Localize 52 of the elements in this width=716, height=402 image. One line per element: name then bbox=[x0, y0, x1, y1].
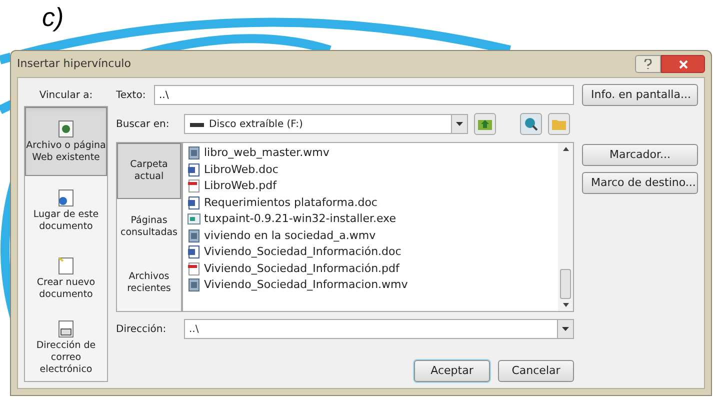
dialog-button[interactable]: Cancelar bbox=[498, 360, 574, 382]
file-row[interactable]: tuxpaint-0.9.21-win32-installer.exe bbox=[187, 211, 558, 228]
file-row[interactable]: Viviendo_Sociedad_Informacion.wmv bbox=[187, 277, 558, 294]
places-item[interactable]: Carpeta actual bbox=[117, 143, 181, 199]
file-row[interactable]: Viviendo_Sociedad_Información.pdf bbox=[187, 260, 558, 277]
file-icon bbox=[187, 262, 201, 276]
browse-web-button[interactable] bbox=[520, 113, 542, 135]
file-row[interactable]: Viviendo_Sociedad_Información.doc bbox=[187, 244, 558, 260]
file-row[interactable]: libro_web_master.wmv bbox=[187, 145, 558, 162]
label: c) bbox=[42, 2, 64, 32]
text-field[interactable]: ..\ bbox=[154, 85, 574, 105]
screen-tip-button[interactable]: Info. en pantalla... bbox=[582, 84, 698, 106]
look-in-dropdown[interactable]: Disco extraíble (F:) bbox=[184, 114, 468, 134]
file-icon bbox=[187, 196, 201, 210]
file-icon bbox=[187, 212, 201, 226]
file-icon bbox=[187, 278, 201, 292]
link-type-item[interactable]: Lugar de este documento bbox=[25, 176, 107, 244]
drive-icon bbox=[189, 120, 205, 128]
folder-up-icon bbox=[478, 118, 492, 130]
address-field[interactable]: ..\ bbox=[184, 319, 574, 339]
places-item[interactable]: Páginas consultadas bbox=[117, 199, 181, 255]
folder-icon bbox=[552, 118, 566, 130]
scrollbar[interactable] bbox=[558, 143, 573, 311]
link-to-heading: Vincular a: bbox=[38, 88, 94, 102]
places-item[interactable]: Archivos recientes bbox=[117, 255, 181, 311]
window-title: Insertar hipervínculo bbox=[17, 56, 132, 72]
help-icon bbox=[644, 59, 652, 69]
file-icon bbox=[187, 228, 201, 243]
file-icon bbox=[187, 162, 201, 177]
look-in-label: Buscar en: bbox=[116, 118, 170, 132]
dialog-button[interactable]: Aceptar bbox=[414, 360, 490, 382]
address-label: Dirección: bbox=[116, 322, 168, 336]
help-button[interactable] bbox=[635, 55, 661, 73]
close-icon bbox=[678, 60, 688, 68]
link-type-item[interactable]: Dirección de correo electrónico bbox=[25, 312, 107, 381]
file-row[interactable]: LibroWeb.pdf bbox=[187, 178, 558, 194]
text-label: Texto: bbox=[116, 88, 147, 102]
file-row[interactable]: Requerimientos plataforma.doc bbox=[187, 194, 558, 211]
link-type-item[interactable]: Crear nuevo documento bbox=[25, 244, 107, 312]
close-button[interactable] bbox=[661, 55, 705, 73]
file-icon bbox=[187, 146, 201, 160]
scrollbar-thumb[interactable] bbox=[560, 269, 571, 299]
side-button[interactable]: Marcador... bbox=[582, 144, 698, 166]
file-row[interactable]: viviendo en la sociedad_a.wmv bbox=[187, 228, 558, 244]
file-icon bbox=[187, 179, 201, 194]
side-button[interactable]: Marco de destino... bbox=[582, 172, 698, 194]
scroll-up-icon[interactable] bbox=[562, 147, 568, 151]
up-folder-button[interactable] bbox=[474, 113, 496, 135]
scroll-down-icon[interactable] bbox=[562, 303, 568, 307]
file-icon bbox=[187, 245, 201, 260]
link-type-item[interactable]: Archivo o página Web existente bbox=[25, 107, 107, 176]
file-row[interactable]: LibroWeb.doc bbox=[187, 162, 558, 178]
